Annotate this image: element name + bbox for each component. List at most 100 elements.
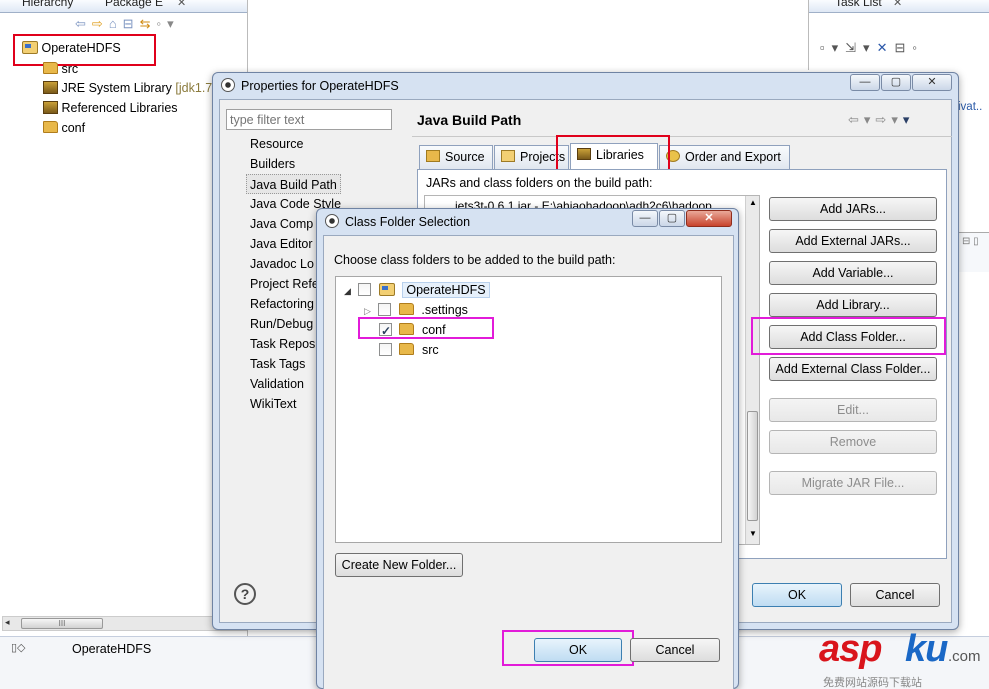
filter-icon[interactable]: ⇲▾ — [845, 40, 876, 55]
right-edge-text: ivat.. — [958, 101, 983, 113]
maximize-button[interactable]: ▢ — [881, 74, 911, 91]
title-separator — [412, 136, 952, 137]
scroll-up-arrow-icon[interactable]: ▲ — [749, 198, 757, 207]
highlight-ok — [502, 630, 634, 666]
tree-item-jre[interactable]: JRE System Library [jdk1.7 — [43, 78, 212, 98]
home-icon[interactable]: ⌂ — [109, 16, 123, 31]
jars-label: JARs and class folders on the build path… — [426, 176, 653, 190]
close-button[interactable]: ✕ — [686, 210, 732, 227]
close-button[interactable]: ✕ — [912, 74, 952, 91]
remove-button[interactable]: Remove — [769, 430, 937, 454]
scrollbar-thumb[interactable] — [747, 411, 758, 521]
project-icon — [378, 283, 395, 296]
folder-tree-row-src[interactable]: src — [379, 340, 443, 360]
checkbox-settings[interactable] — [378, 303, 392, 316]
tree-item-conf[interactable]: conf — [43, 118, 85, 138]
nav-item-wikitext[interactable]: WikiText — [250, 394, 297, 414]
add-jars-button[interactable]: Add JARs... — [769, 197, 937, 221]
create-new-folder-button[interactable]: Create New Folder... — [335, 553, 463, 577]
status-left-icon: ▯◇ — [11, 642, 26, 654]
nav-item-refactoring[interactable]: Refactoring — [250, 294, 314, 314]
maximize-button[interactable]: ▢ — [659, 210, 685, 227]
collapse-all-icon[interactable]: ⊟ — [123, 16, 140, 31]
add-external-jars-button[interactable]: Add External JARs... — [769, 229, 937, 253]
nav-item-builders[interactable]: Builders — [250, 154, 295, 174]
back-arrow-icon[interactable]: ⇦ — [75, 16, 92, 31]
expand-arrow-icon[interactable]: ▷ — [364, 306, 371, 316]
tree-item-src[interactable]: src — [43, 59, 78, 79]
help-icon[interactable]: ? — [234, 583, 256, 605]
tab-package-explorer[interactable]: Package E — [105, 0, 163, 9]
tab-order-export[interactable]: Order and Export — [659, 145, 790, 169]
eclipse-icon — [325, 214, 339, 228]
nav-item-task-tags[interactable]: Task Tags — [250, 354, 305, 374]
highlight-project — [13, 34, 156, 66]
nav-item-project-refe[interactable]: Project Refe — [250, 274, 319, 294]
add-external-class-folder-button[interactable]: Add External Class Folder... — [769, 357, 937, 381]
properties-ok-button[interactable]: OK — [752, 583, 842, 607]
class-folder-prompt: Choose class folders to be added to the … — [334, 253, 616, 267]
link-editor-icon[interactable]: ⇆ — [140, 16, 157, 31]
new-task-icon[interactable]: ▫▾ — [820, 40, 845, 55]
add-variable-button[interactable]: Add Variable... — [769, 261, 937, 285]
minimize-button[interactable]: — — [632, 210, 658, 227]
edit-button[interactable]: Edit... — [769, 398, 937, 422]
folder-tree-row-operatehdfs[interactable]: ◢ OperateHDFS — [344, 280, 494, 300]
right-edge-icons: ⊟ ▯ — [962, 236, 979, 247]
scroll-left-arrow-icon[interactable]: ◂ — [5, 617, 10, 628]
folder-icon — [398, 303, 414, 315]
forward-arrow-icon[interactable]: ⇨▾ — [875, 112, 902, 127]
minimize-button[interactable]: — — [850, 74, 880, 91]
left-horizontal-scrollbar[interactable]: ◂ III — [2, 616, 247, 631]
tab-hierarchy[interactable]: Hierarchy — [22, 0, 73, 9]
folder-icon — [43, 121, 58, 133]
scroll-down-arrow-icon[interactable]: ▼ — [749, 529, 757, 538]
nav-item-validation[interactable]: Validation — [250, 374, 304, 394]
properties-cancel-button[interactable]: Cancel — [850, 583, 940, 607]
build-path-tabs: Source Projects Libraries Order and Expo… — [419, 143, 949, 171]
nav-item-resource[interactable]: Resource — [250, 134, 304, 154]
tab-source[interactable]: Source — [419, 145, 493, 169]
menu-chevron-icon[interactable]: ▾ — [903, 112, 915, 127]
library-icon — [43, 81, 58, 94]
watermark-logo: asp ku .com 免费网站源码下载站 — [819, 628, 981, 689]
task-toolbar: ▫▾⇲▾✕⊟◦ — [820, 40, 988, 58]
close-icon[interactable]: ✕ — [177, 0, 186, 9]
close-icon[interactable]: ✕ — [893, 0, 902, 9]
jar-list-scrollbar[interactable]: ▲ ▼ — [745, 196, 759, 544]
migrate-jar-button[interactable]: Migrate JAR File... — [769, 471, 937, 495]
source-folder-icon — [426, 150, 440, 162]
tab-task-list[interactable]: Task List — [835, 0, 882, 9]
collapse-icon[interactable]: ⊟ — [894, 40, 912, 55]
page-title: Java Build Path — [417, 112, 522, 128]
nav-item-run-debug[interactable]: Run/Debug — [250, 314, 313, 334]
class-folder-cancel-button[interactable]: Cancel — [630, 638, 720, 662]
scrollbar-thumb[interactable]: III — [21, 618, 103, 629]
delete-icon[interactable]: ✕ — [877, 40, 895, 55]
library-icon — [43, 101, 58, 114]
eclipse-icon — [221, 78, 235, 92]
nav-item-java-build-path[interactable]: Java Build Path — [246, 174, 341, 194]
properties-title: Properties for OperateHDFS — [221, 73, 399, 99]
project-icon — [501, 150, 515, 162]
nav-item-java-comp[interactable]: Java Comp — [250, 214, 313, 234]
folder-icon — [399, 343, 415, 355]
view-menu-icon[interactable]: ◦ — [912, 40, 924, 55]
back-arrow-icon[interactable]: ⇦▾ — [848, 112, 875, 127]
checkbox-operatehdfs[interactable] — [358, 283, 372, 296]
forward-arrow-icon[interactable]: ⇨ — [92, 16, 109, 31]
tree-item-referenced-libraries[interactable]: Referenced Libraries — [43, 98, 178, 118]
add-library-button[interactable]: Add Library... — [769, 293, 937, 317]
nav-item-javadoc-lo[interactable]: Javadoc Lo — [250, 254, 314, 274]
filter-input[interactable] — [226, 109, 392, 130]
left-toolbar: ⇦⇨⌂⊟⇆◦▾ — [75, 16, 245, 34]
checkbox-src[interactable] — [379, 343, 392, 356]
view-menu-icon[interactable]: ◦▾ — [156, 16, 179, 31]
nav-item-java-editor[interactable]: Java Editor — [250, 234, 313, 254]
highlight-conf — [358, 317, 494, 339]
class-folder-title: Class Folder Selection — [325, 209, 470, 235]
nav-item-task-repos[interactable]: Task Repos — [250, 334, 315, 354]
package-folder-icon — [43, 62, 58, 74]
collapse-arrow-icon[interactable]: ◢ — [344, 286, 351, 296]
page-nav-toolbar: ⇦▾⇨▾▾ — [848, 112, 914, 128]
